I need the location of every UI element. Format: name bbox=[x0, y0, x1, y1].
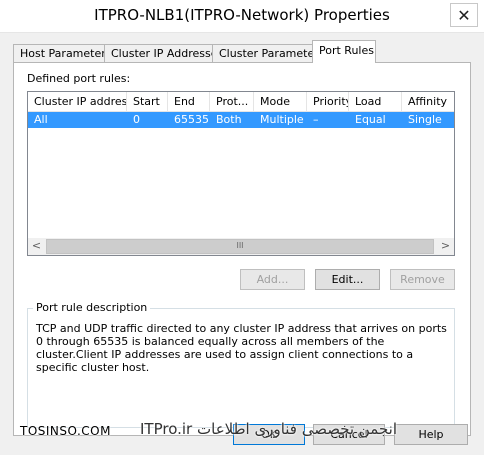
close-button[interactable]: ✕ bbox=[450, 3, 478, 27]
defined-port-rules-label: Defined port rules: bbox=[27, 72, 131, 85]
cell-mode: Multiple bbox=[260, 113, 304, 126]
description-text: TCP and UDP traffic directed to any clus… bbox=[36, 322, 447, 374]
cell-start: 0 bbox=[133, 113, 140, 126]
tab-host-parameters[interactable]: Host Parameters bbox=[13, 44, 112, 62]
column-end[interactable]: End bbox=[168, 92, 210, 111]
column-affinity[interactable]: Affinity bbox=[402, 92, 454, 111]
cell-priority: – bbox=[313, 113, 319, 126]
cell-affinity: Single bbox=[408, 113, 442, 126]
remove-button[interactable]: Remove bbox=[390, 269, 455, 290]
column-priority[interactable]: Priority bbox=[307, 92, 349, 111]
list-header: Cluster IP address Start End Prot... Mod… bbox=[28, 92, 454, 112]
port-rules-list[interactable]: Cluster IP address Start End Prot... Mod… bbox=[27, 91, 455, 256]
watermark-right: انجمن تخصصی فناوری اطلاعات ITPro.ir bbox=[140, 420, 397, 438]
column-protocol[interactable]: Prot... bbox=[210, 92, 254, 111]
dialog-body: Host Parameters Cluster IP Addresses Clu… bbox=[0, 33, 484, 455]
column-load[interactable]: Load bbox=[349, 92, 402, 111]
scroll-right-icon[interactable]: > bbox=[437, 238, 454, 255]
scroll-left-icon[interactable]: < bbox=[28, 238, 45, 255]
add-button[interactable]: Add... bbox=[240, 269, 305, 290]
description-legend: Port rule description bbox=[33, 301, 151, 314]
horizontal-scrollbar[interactable]: < III > bbox=[28, 238, 454, 255]
cell-load: Equal bbox=[355, 113, 386, 126]
column-cluster-ip[interactable]: Cluster IP address bbox=[28, 92, 127, 111]
scroll-thumb[interactable]: III bbox=[46, 239, 434, 254]
help-button[interactable]: Help bbox=[394, 424, 468, 445]
cell-protocol: Both bbox=[216, 113, 242, 126]
title-bar: ITPRO-NLB1(ITPRO-Network) Properties ✕ bbox=[0, 0, 484, 33]
tab-cluster-parameters[interactable]: Cluster Parameters bbox=[212, 44, 325, 62]
table-row[interactable]: All 0 65535 Both Multiple – Equal Single bbox=[28, 112, 454, 128]
cell-cluster-ip: All bbox=[34, 113, 48, 126]
window-title: ITPRO-NLB1(ITPRO-Network) Properties bbox=[94, 6, 390, 24]
port-rule-description-group: Port rule description TCP and UDP traffi… bbox=[27, 301, 455, 428]
tab-cluster-ip-addresses[interactable]: Cluster IP Addresses bbox=[104, 44, 223, 62]
edit-button[interactable]: Edit... bbox=[315, 269, 380, 290]
cell-end: 65535 bbox=[174, 113, 209, 126]
column-mode[interactable]: Mode bbox=[254, 92, 307, 111]
column-start[interactable]: Start bbox=[127, 92, 168, 111]
tab-port-rules[interactable]: Port Rules bbox=[312, 40, 376, 63]
watermark-left: TOSINSO.COM bbox=[20, 424, 111, 438]
close-icon: ✕ bbox=[457, 5, 471, 25]
port-rules-panel: Defined port rules: Cluster IP address S… bbox=[13, 62, 471, 436]
